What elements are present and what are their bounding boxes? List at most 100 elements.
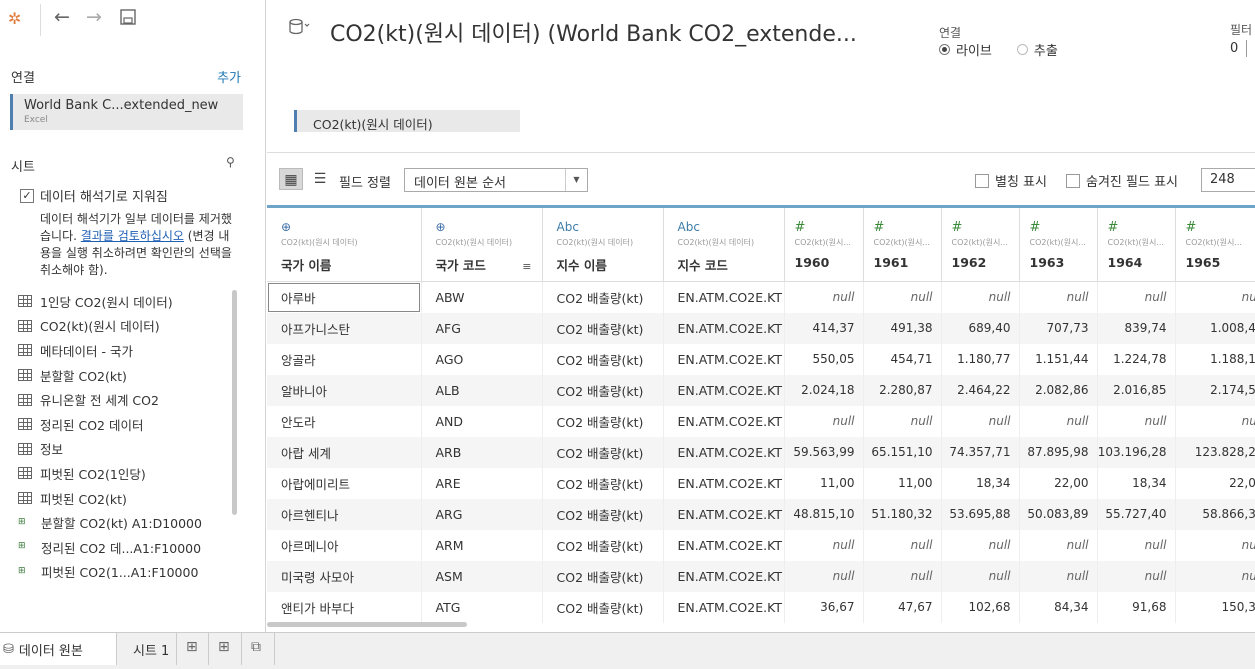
table-cell[interactable]: null bbox=[863, 405, 942, 437]
show-hidden-fields-checkbox[interactable] bbox=[1066, 173, 1080, 188]
show-hidden-fields-option[interactable]: 숨겨진 필드 표시 bbox=[1066, 171, 1178, 190]
column-header[interactable]: # CO2(kt)(원시... 1963 bbox=[1019, 205, 1098, 282]
table-cell[interactable]: 47,67 bbox=[863, 591, 942, 623]
table-cell[interactable]: ARB bbox=[421, 436, 543, 468]
live-radio[interactable]: 라이브 bbox=[939, 40, 992, 59]
show-aliases-option[interactable]: 별칭 표시 bbox=[975, 171, 1047, 190]
number-type-icon[interactable]: # bbox=[1108, 220, 1175, 235]
table-cell[interactable]: null bbox=[1019, 405, 1098, 437]
sheet-item[interactable]: ⊞ 분할할 CO2(kt) A1:D10000 bbox=[18, 510, 228, 535]
table-cell[interactable]: 1.224,78 bbox=[1097, 343, 1176, 375]
table-cell[interactable]: 아랍에미리트 bbox=[267, 467, 422, 499]
new-dashboard-icon[interactable]: ⊞ bbox=[218, 639, 230, 655]
table-cell[interactable]: 2.024,18 bbox=[784, 374, 864, 406]
table-cell[interactable]: 22,00 bbox=[1019, 467, 1098, 499]
table-cell[interactable]: null bbox=[1019, 281, 1098, 313]
back-arrow-icon[interactable]: ← bbox=[54, 6, 70, 28]
table-cell[interactable]: 미국령 사모아 bbox=[267, 560, 422, 592]
filters-count[interactable]: 0 bbox=[1230, 41, 1238, 56]
table-cell[interactable]: null bbox=[941, 405, 1020, 437]
search-icon[interactable]: ⚲ bbox=[226, 155, 235, 169]
number-type-icon[interactable]: # bbox=[795, 220, 863, 235]
table-cell[interactable]: CO2 배출량(kt) bbox=[542, 529, 664, 561]
table-cell[interactable]: null bbox=[1097, 560, 1176, 592]
table-cell[interactable]: ARM bbox=[421, 529, 543, 561]
sheets-scrollbar[interactable] bbox=[232, 290, 237, 515]
table-cell[interactable]: CO2 배출량(kt) bbox=[542, 312, 664, 344]
column-header[interactable]: # CO2(kt)(원시... 1964 bbox=[1097, 205, 1176, 282]
sort-fields-dropdown[interactable]: 데이터 원본 순서 ▼ bbox=[404, 168, 588, 192]
table-cell[interactable]: EN.ATM.CO2E.KT bbox=[663, 529, 785, 561]
table-cell[interactable]: null bbox=[1097, 529, 1176, 561]
table-cell[interactable]: null bbox=[784, 560, 864, 592]
table-cell[interactable]: EN.ATM.CO2E.KT bbox=[663, 343, 785, 375]
table-cell[interactable]: null bbox=[1175, 281, 1255, 313]
table-cell[interactable]: 55.727,40 bbox=[1097, 498, 1176, 530]
table-cell[interactable]: 18,34 bbox=[1097, 467, 1176, 499]
table-cell[interactable]: 18,34 bbox=[941, 467, 1020, 499]
table-cell[interactable]: null bbox=[1175, 560, 1255, 592]
tableau-logo-icon[interactable]: ✲ bbox=[8, 9, 21, 28]
table-cell[interactable]: 65.151,10 bbox=[863, 436, 942, 468]
table-cell[interactable]: 414,37 bbox=[784, 312, 864, 344]
number-type-icon[interactable]: # bbox=[1030, 220, 1097, 235]
table-cell[interactable]: AGO bbox=[421, 343, 543, 375]
table-cell[interactable]: 91,68 bbox=[1097, 591, 1176, 623]
interpreter-checkbox-row[interactable]: ✓ 데이터 해석기로 지워짐 bbox=[20, 186, 168, 205]
table-cell[interactable]: CO2 배출량(kt) bbox=[542, 281, 664, 313]
table-cell[interactable]: null bbox=[1097, 405, 1176, 437]
interpreter-checkbox[interactable]: ✓ bbox=[20, 188, 34, 203]
grid-horizontal-scrollbar[interactable] bbox=[267, 622, 467, 627]
table-cell[interactable]: 아프가니스탄 bbox=[267, 312, 422, 344]
table-cell[interactable]: null bbox=[863, 529, 942, 561]
column-header[interactable]: Abc CO2(kt)(원시 데이터) 지수 이름 bbox=[542, 205, 664, 282]
string-type-icon[interactable]: Abc bbox=[678, 220, 784, 235]
table-cell[interactable]: CO2 배출량(kt) bbox=[542, 374, 664, 406]
canvas-table-pill[interactable]: CO2(kt)(원시 데이터) bbox=[294, 110, 520, 132]
table-cell[interactable]: 앙골라 bbox=[267, 343, 422, 375]
rows-count-input[interactable]: 248 bbox=[1201, 168, 1255, 192]
table-cell[interactable]: 1.180,77 bbox=[941, 343, 1020, 375]
table-cell[interactable]: 84,34 bbox=[1019, 591, 1098, 623]
sheet-item[interactable]: 정리된 CO2 데이터 bbox=[18, 412, 228, 437]
table-cell[interactable]: 22,00 bbox=[1175, 467, 1255, 499]
table-cell[interactable]: 87.895,98 bbox=[1019, 436, 1098, 468]
table-cell[interactable]: ATG bbox=[421, 591, 543, 623]
table-cell[interactable]: null bbox=[941, 529, 1020, 561]
list-view-icon[interactable]: ☰ bbox=[308, 168, 332, 190]
save-icon[interactable] bbox=[120, 9, 136, 29]
table-cell[interactable]: EN.ATM.CO2E.KT bbox=[663, 405, 785, 437]
sheet-item[interactable]: ⊞ 정리된 CO2 데...A1:F10000 bbox=[18, 535, 228, 560]
database-icon[interactable] bbox=[289, 18, 311, 41]
table-cell[interactable]: ASM bbox=[421, 560, 543, 592]
table-cell[interactable]: 36,67 bbox=[784, 591, 864, 623]
table-cell[interactable]: CO2 배출량(kt) bbox=[542, 560, 664, 592]
table-cell[interactable]: 102,68 bbox=[941, 591, 1020, 623]
table-cell[interactable]: null bbox=[1097, 281, 1176, 313]
table-cell[interactable]: AFG bbox=[421, 312, 543, 344]
table-cell[interactable]: 알바니아 bbox=[267, 374, 422, 406]
table-cell[interactable]: 아르헨티나 bbox=[267, 498, 422, 530]
table-cell[interactable]: EN.ATM.CO2E.KT bbox=[663, 281, 785, 313]
table-cell[interactable]: EN.ATM.CO2E.KT bbox=[663, 560, 785, 592]
table-cell[interactable]: 103.196,28 bbox=[1097, 436, 1176, 468]
table-cell[interactable]: 53.695,88 bbox=[941, 498, 1020, 530]
table-cell[interactable]: ABW bbox=[421, 281, 543, 313]
review-results-link[interactable]: 결과를 검토하십시오 bbox=[81, 229, 184, 243]
table-cell[interactable]: 839,74 bbox=[1097, 312, 1176, 344]
number-type-icon[interactable]: # bbox=[874, 220, 941, 235]
extract-radio[interactable]: 추출 bbox=[1016, 40, 1058, 59]
string-type-icon[interactable]: Abc bbox=[557, 220, 663, 235]
table-cell[interactable]: 48.815,10 bbox=[784, 498, 864, 530]
table-cell[interactable]: null bbox=[941, 281, 1020, 313]
globe-icon[interactable]: ⊕ bbox=[281, 220, 421, 235]
table-cell[interactable]: EN.ATM.CO2E.KT bbox=[663, 498, 785, 530]
table-cell[interactable]: 2.174,53 bbox=[1175, 374, 1255, 406]
table-cell[interactable]: 1.151,44 bbox=[1019, 343, 1098, 375]
column-header[interactable]: # CO2(kt)(원시... 1961 bbox=[863, 205, 942, 282]
table-cell[interactable]: 1.188,11 bbox=[1175, 343, 1255, 375]
data-source-title[interactable]: CO2(kt)(원시 데이터) (World Bank CO2_extende.… bbox=[330, 16, 857, 48]
sort-icon[interactable]: ≡ bbox=[522, 260, 531, 273]
table-cell[interactable]: EN.ATM.CO2E.KT bbox=[663, 591, 785, 623]
sheet-item[interactable]: CO2(kt)(원시 데이터) bbox=[18, 314, 228, 339]
